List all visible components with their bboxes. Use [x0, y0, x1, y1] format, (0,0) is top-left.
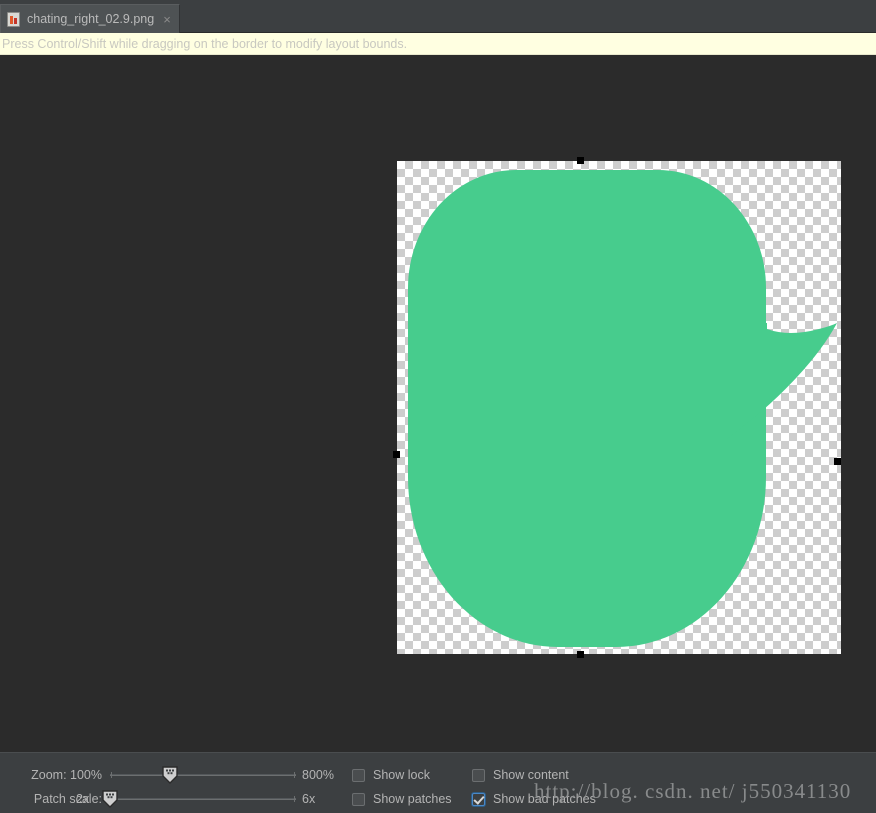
watermark-text: http://blog. csdn. net/ j550341130	[534, 779, 852, 803]
patch-scale-slider-thumb[interactable]	[102, 790, 118, 808]
patch-scale-min-label: 2x	[76, 792, 90, 806]
show-lock-label: Show lock	[373, 768, 430, 782]
selection-handle-top[interactable]	[577, 157, 584, 164]
checkbox-show-lock[interactable]: Show lock	[352, 768, 430, 782]
editor-tab-bar: chating_right_02.9.png ×	[0, 0, 876, 33]
zoom-slider-track[interactable]	[110, 772, 296, 778]
nine-patch-file-icon	[7, 11, 20, 27]
patch-scale-slider-track[interactable]	[110, 796, 296, 802]
close-icon[interactable]: ×	[163, 13, 171, 26]
show-lock-checkbox[interactable]	[352, 768, 365, 782]
image-editor-area[interactable]	[0, 55, 876, 752]
nine-patch-canvas[interactable]	[393, 157, 841, 658]
show-patches-label: Show patches	[373, 792, 452, 806]
patch-scale-slider[interactable]	[102, 789, 296, 809]
tab-label: chating_right_02.9.png	[27, 12, 155, 26]
chat-bubble-tail	[727, 323, 839, 457]
show-content-checkbox[interactable]	[472, 768, 485, 782]
zoom-max-label: 800%	[302, 768, 334, 782]
zoom-slider-thumb[interactable]	[162, 766, 178, 784]
zoom-slider[interactable]	[110, 765, 296, 785]
selection-handle-left[interactable]	[393, 451, 400, 458]
nine-patch-editor-window: chating_right_02.9.png × Press Control/S…	[0, 0, 876, 813]
zoom-label: Zoom: 100%	[31, 768, 102, 782]
hint-text: Press Control/Shift while dragging on th…	[2, 36, 408, 51]
selection-handle-right[interactable]	[834, 458, 841, 465]
patch-scale-max-label: 6x	[302, 792, 316, 806]
chat-bubble-shape	[408, 170, 766, 647]
tab-chating-right-02-9-png[interactable]: chating_right_02.9.png ×	[0, 4, 180, 33]
checkbox-show-patches[interactable]: Show patches	[352, 792, 452, 806]
selection-handle-bottom[interactable]	[577, 651, 584, 658]
show-bad-patches-checkbox[interactable]	[472, 792, 485, 806]
show-patches-checkbox[interactable]	[352, 792, 365, 806]
layout-bounds-hint-bar: Press Control/Shift while dragging on th…	[0, 33, 876, 55]
